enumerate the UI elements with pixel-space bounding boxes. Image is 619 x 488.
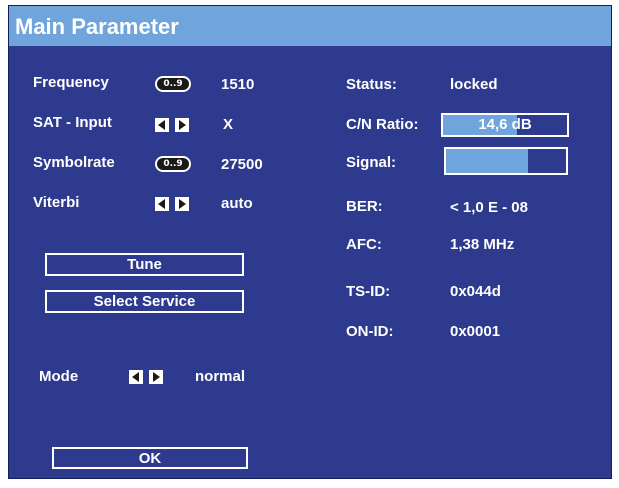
viterbi-value[interactable]: auto [221, 195, 253, 212]
window-title: Main Parameter [15, 14, 179, 39]
arrow-right-icon[interactable] [149, 370, 163, 384]
ts-id-label: TS-ID: [346, 283, 391, 300]
viterbi-label: Viterbi [33, 194, 80, 211]
symbolrate-numeric-key-icon[interactable]: 0..9 [155, 156, 191, 172]
cn-ratio-bar: 14,6 dB [441, 113, 569, 137]
ts-id-value: 0x044d [450, 283, 501, 300]
afc-value: 1,38 MHz [450, 236, 515, 253]
viterbi-arrows [155, 197, 195, 211]
sat-input-label: SAT - Input [33, 114, 112, 131]
frequency-numeric-key-icon[interactable]: 0..9 [155, 76, 191, 92]
mode-value[interactable]: normal [195, 368, 245, 385]
symbolrate-label: Symbolrate [33, 154, 115, 171]
tune-button[interactable]: Tune [45, 253, 244, 276]
symbolrate-value[interactable]: 27500 [221, 156, 263, 173]
frequency-value[interactable]: 1510 [221, 76, 254, 93]
cn-ratio-value: 14,6 dB [478, 116, 532, 133]
mode-label: Mode [39, 368, 79, 385]
cn-ratio-label: C/N Ratio: [346, 116, 419, 133]
symbolrate-key-label: 0..9 [157, 158, 189, 170]
frequency-label: Frequency [33, 74, 109, 91]
mode-arrows [129, 370, 169, 384]
arrow-right-icon[interactable] [175, 197, 189, 211]
status-value: locked [450, 76, 498, 93]
status-label: Status: [346, 76, 397, 93]
main-parameter-window: Main Parameter Frequency 0..9 1510 SAT -… [8, 5, 612, 479]
frequency-key-label: 0..9 [157, 78, 189, 90]
select-service-button[interactable]: Select Service [45, 290, 244, 313]
signal-bar-fill [446, 149, 528, 173]
sat-input-value[interactable]: X [223, 116, 233, 133]
sat-input-arrows [155, 118, 195, 132]
arrow-left-icon[interactable] [129, 370, 143, 384]
on-id-label: ON-ID: [346, 323, 394, 340]
signal-label: Signal: [346, 154, 397, 171]
ber-value: < 1,0 E - 08 [450, 199, 528, 216]
arrow-left-icon[interactable] [155, 118, 169, 132]
ber-label: BER: [346, 198, 383, 215]
on-id-value: 0x0001 [450, 323, 501, 340]
title-bar: Main Parameter [9, 6, 611, 46]
arrow-left-icon[interactable] [155, 197, 169, 211]
signal-bar [444, 147, 568, 175]
arrow-right-icon[interactable] [175, 118, 189, 132]
ok-button[interactable]: OK [52, 447, 248, 469]
afc-label: AFC: [346, 236, 382, 253]
